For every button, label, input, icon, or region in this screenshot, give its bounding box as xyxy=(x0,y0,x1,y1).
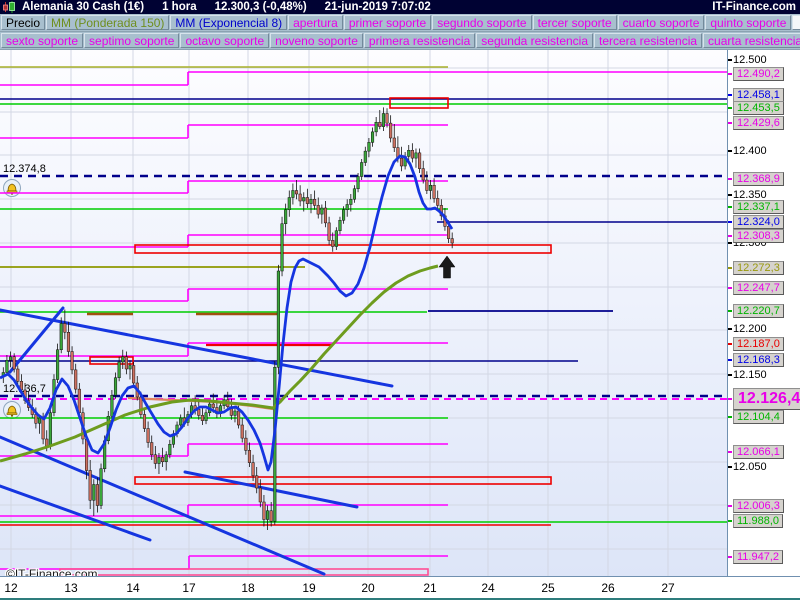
legend-item-octavo-soporte[interactable]: octavo soporte xyxy=(180,33,270,48)
timeframe-label: 1 hora xyxy=(162,1,197,13)
instrument-name: Alemania 30 Cash (1€) xyxy=(22,1,145,13)
level-price-label: 12.006,3 xyxy=(728,499,784,513)
price-scale-label: 12.150 xyxy=(728,369,767,381)
watermark-text: ©IT-Finance.com xyxy=(6,567,98,576)
alarm-price-text: 12.374,8 xyxy=(3,163,46,175)
legend-item-precio[interactable]: Precio xyxy=(1,15,46,30)
legend-item-septimo-soporte[interactable]: septimo soporte xyxy=(84,33,180,48)
level-price-label: 12.168,3 xyxy=(728,353,784,367)
legend-item-primera-resistencia[interactable]: primera resistencia xyxy=(363,33,476,48)
chart-canvas[interactable]: 12.374,812.136,7©IT-Finance.com xyxy=(0,50,727,576)
level-price-label: 12.490,2 xyxy=(728,67,784,81)
alarm-bell-icon[interactable] xyxy=(3,179,21,197)
legend-item-mm-ponderada-150-[interactable]: MM (Ponderada 150) xyxy=(46,15,170,30)
legend-item-primer-soporte[interactable]: primer soporte xyxy=(343,15,432,30)
level-price-label: 12.272,3 xyxy=(728,261,784,275)
level-price-label: 12.308,3 xyxy=(728,229,784,243)
time-axis-label: 14 xyxy=(126,581,140,595)
level-price-label: 12.187,0 xyxy=(728,337,784,351)
level-price-label: 12.453,5 xyxy=(728,101,784,115)
alarm-bell-icon[interactable] xyxy=(3,401,21,419)
price-axis[interactable]: 12.500 12.400 12.350 12.300 12.200 12.150 12.0… xyxy=(727,50,800,576)
quote-datetime: 21-jun-2019 7:07:02 xyxy=(324,1,431,13)
time-axis-label: 19 xyxy=(302,581,316,595)
price-scale-label: 12.400 xyxy=(728,145,767,157)
level-price-label: 12.247,7 xyxy=(728,281,784,295)
price-scale-label: 12.050 xyxy=(728,461,767,473)
price-scale-label: 12.500 xyxy=(728,54,767,66)
level-price-label: 12.429,6 xyxy=(728,116,784,130)
legend-empty-cell xyxy=(792,15,800,30)
level-price-label: 12.458,1 xyxy=(728,88,784,102)
trading-platform-window: Alemania 30 Cash (1€) 1 hora 12.300,3 (-… xyxy=(0,0,800,600)
time-axis-label: 13 xyxy=(64,581,78,595)
brand-label: IT-Finance.com xyxy=(712,1,796,13)
time-axis-label: 26 xyxy=(601,581,615,595)
candlestick-instrument-icon xyxy=(3,1,16,13)
time-axis-label: 17 xyxy=(182,581,196,595)
legend-item-mm-exponencial-8-[interactable]: MM (Exponencial 8) xyxy=(170,15,288,30)
legend-item-cuarto-soporte[interactable]: cuarto soporte xyxy=(617,15,705,30)
level-price-label: 12.368,9 xyxy=(728,172,784,186)
legend-item-apertura[interactable]: apertura xyxy=(288,15,343,30)
price-scale-label: 12.200 xyxy=(728,323,767,335)
legend-item-tercer-soporte[interactable]: tercer soporte xyxy=(532,15,617,30)
level-price-label: 12.104,4 xyxy=(728,410,784,424)
legend-item-segundo-soporte[interactable]: segundo soporte xyxy=(432,15,532,30)
legend-item-cuarta-resistencia[interactable]: cuarta resistencia xyxy=(703,33,800,48)
time-axis-label: 27 xyxy=(661,581,675,595)
level-price-label: 12.220,7 xyxy=(728,304,784,318)
watermark: ©IT-Finance.com xyxy=(5,566,99,576)
level-price-label: 12.337,1 xyxy=(728,200,784,214)
time-axis-label: 21 xyxy=(423,581,437,595)
time-axis-label: 24 xyxy=(481,581,495,595)
last-price-change: 12.300,3 (-0,48%) xyxy=(214,1,307,13)
level-price-label: 11.988,0 xyxy=(728,514,784,528)
legend-item-segunda-resistencia[interactable]: segunda resistencia xyxy=(476,33,593,48)
indicator-legend-row-2: sexto soporte septimo soporte octavo sopor… xyxy=(0,32,800,50)
time-axis-label: 18 xyxy=(241,581,255,595)
legend-item-quinto-soporte[interactable]: quinto soporte xyxy=(705,15,792,30)
legend-item-tercera-resistencia[interactable]: tercera resistencia xyxy=(594,33,703,48)
indicator-legend-row-1: Precio MM (Ponderada 150) MM (Exponencial … xyxy=(0,14,800,32)
legend-item-sexto-soporte[interactable]: sexto soporte xyxy=(1,33,84,48)
time-axis-label: 12 xyxy=(4,581,18,595)
level-price-label: 12.324,0 xyxy=(728,215,784,229)
level-price-label: 12.066,1 xyxy=(728,445,784,459)
time-axis-label: 25 xyxy=(541,581,555,595)
legend-item-noveno-soporte[interactable]: noveno soporte xyxy=(270,33,363,48)
time-axis-label: 20 xyxy=(361,581,375,595)
level-price-label: 11.947,2 xyxy=(728,550,784,564)
chart-area[interactable]: 12.374,8 12.136,7 ©IT-Finance.com xyxy=(0,50,727,576)
time-axis[interactable]: 12 13 14 17 18 19 20 21 24 25 26 27 xyxy=(0,576,800,598)
open-price-label: 12.126,4 xyxy=(728,388,800,410)
title-bar: Alemania 30 Cash (1€) 1 hora 12.300,3 (-… xyxy=(0,0,800,14)
